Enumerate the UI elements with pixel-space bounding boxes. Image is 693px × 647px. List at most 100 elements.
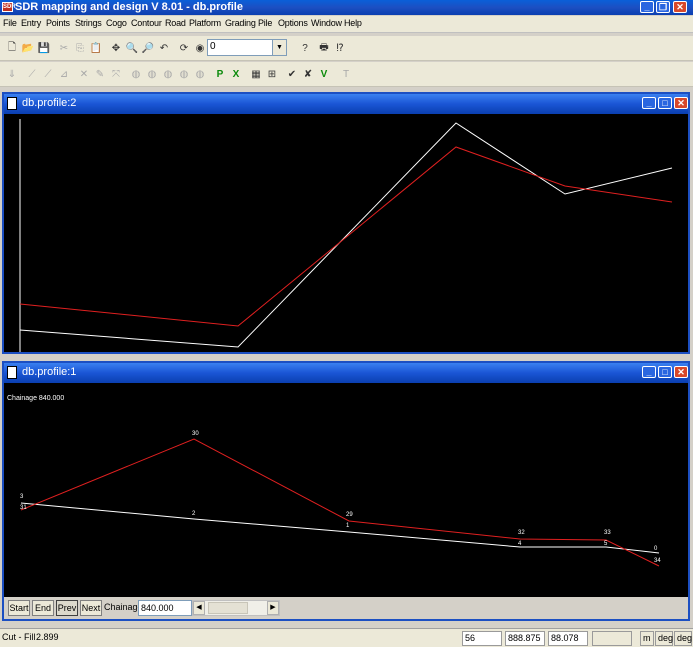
cross-section-icon[interactable]: X [228,66,244,82]
paste-icon[interactable]: 📋 [88,40,104,56]
cut-fill-label: Cut - Fill [2,632,36,642]
menu-bar: File Entry Points Strings Cogo Contour R… [0,16,693,33]
document-icon [7,366,17,379]
tool-d-icon[interactable]: ◍ [176,66,192,82]
maximize-icon[interactable]: □ [658,97,672,109]
profile-window-2-title-bar[interactable]: db.profile:2 _ □ ✕ [4,94,688,114]
profile-1-plot[interactable]: Chainage 840.000 3 30 29 32 33 34 31 2 1… [4,383,688,597]
unit-angle-2: deg [674,631,692,646]
text-icon[interactable]: T [338,66,354,82]
menu-cogo[interactable]: Cogo [106,18,127,28]
menu-strings[interactable]: Strings [75,18,102,28]
menu-entry[interactable]: Entry [21,18,41,28]
draw-area-icon[interactable]: ⊿ [56,66,72,82]
grid-plus-icon[interactable]: ⊞ [264,66,280,82]
profile-window-1[interactable]: db.profile:1 _ □ ✕ Chainage 840.000 3 30… [2,361,690,621]
check-x-icon[interactable]: ✘ [300,66,316,82]
end-button[interactable]: End [32,600,54,616]
save-icon[interactable]: 💾 [36,40,52,56]
point-label: 3 [20,494,24,500]
close-icon[interactable]: ✕ [673,1,687,13]
menu-options[interactable]: Options [278,18,308,28]
menu-file[interactable]: File [3,18,17,28]
status-field-2: 888.875 [505,631,545,646]
layers-icon[interactable]: ◉ [192,40,208,56]
profile-window-2-title: db.profile:2 [22,97,77,109]
profile-icon[interactable]: P [212,66,228,82]
cut-icon[interactable]: ✂ [56,40,72,56]
menu-pile[interactable]: Pile [258,18,272,28]
point-label: 30 [192,431,199,437]
minimize-icon[interactable]: _ [642,97,656,109]
menu-window[interactable]: Window [311,18,342,28]
delete-string-icon[interactable]: ✕ [76,66,92,82]
profile-canvas-1[interactable]: Chainage 840.000 3 30 29 32 33 34 31 2 1… [4,383,688,597]
menu-help[interactable]: Help [344,18,362,28]
edit-string-icon[interactable]: ✎ [92,66,108,82]
status-field-4 [592,631,632,646]
toolbar-main: 🗋 📂 💾 ✂ ⎘ 📋 ✥ 🔍 🔎 ↶ ⟳ ◉ 0 ▼ ? 🖶 ⁉ [0,36,693,61]
copy-icon[interactable]: ⎘ [72,40,88,56]
arrow-down-icon[interactable]: ⇓ [4,66,20,82]
new-file-icon[interactable]: 🗋 [4,40,20,56]
profile-window-2[interactable]: db.profile:2 _ □ ✕ [2,92,690,354]
profile-canvas-2[interactable] [4,114,688,352]
tool-c-icon[interactable]: ◍ [160,66,176,82]
chainage-nav-bar: Start End Prev Next Chainage 840.000 ◀ ▶ [4,597,688,619]
scroll-thumb[interactable] [208,602,248,614]
profile-window-1-title-bar[interactable]: db.profile:1 _ □ ✕ [4,363,688,383]
chainage-input[interactable]: 840.000 [138,600,192,616]
scroll-left-icon[interactable]: ◀ [193,601,205,615]
profile-2-plot[interactable] [4,114,688,352]
app-title-bar[interactable]: SDR SDR mapping and design V 8.01 - db.p… [0,0,693,15]
chevron-down-icon[interactable]: ▼ [272,40,286,55]
restore-icon[interactable]: ❐ [656,1,670,13]
layer-combo[interactable]: 0 ▼ [207,39,287,56]
menu-points[interactable]: Points [46,18,70,28]
grid-icon[interactable]: ▦ [248,66,264,82]
document-icon [7,97,17,110]
unit-angle-1: deg [655,631,673,646]
app-title: SDR mapping and design V 8.01 - db.profi… [15,1,243,13]
scroll-right-icon[interactable]: ▶ [267,601,279,615]
layer-combo-value: 0 [210,41,216,52]
zoom-previous-icon[interactable]: ↶ [156,40,172,56]
point-label: 31 [20,505,27,511]
app-icon[interactable]: SDR [2,2,16,12]
draw-polyline-icon[interactable]: ⟋ [40,66,56,82]
prev-button[interactable]: Prev [56,600,78,616]
point-label: 4 [518,541,522,547]
context-help-icon[interactable]: ⁉ [332,40,348,56]
check-edit-icon[interactable]: ✔ [284,66,300,82]
chainage-scrollbar[interactable]: ◀ ▶ [192,600,280,616]
zoom-in-icon[interactable]: 🔍 [124,40,140,56]
next-button[interactable]: Next [80,600,102,616]
minimize-icon[interactable]: _ [640,1,654,13]
chainage-readout: Chainage 840.000 [7,395,64,402]
menu-grading[interactable]: Grading [225,18,256,28]
menu-contour[interactable]: Contour [131,18,162,28]
print-icon[interactable]: 🖶 [316,40,332,56]
open-file-icon[interactable]: 📂 [20,40,36,56]
verify-icon[interactable]: V [316,66,332,82]
point-label: 5 [604,541,608,547]
profile-window-1-title: db.profile:1 [22,366,77,378]
menu-road[interactable]: Road [165,18,186,28]
pan-icon[interactable]: ✥ [108,40,124,56]
tool-b-icon[interactable]: ◍ [144,66,160,82]
zoom-out-icon[interactable]: 🔎 [140,40,156,56]
maximize-icon[interactable]: □ [658,366,672,378]
tool-e-icon[interactable]: ◍ [192,66,208,82]
menu-platform[interactable]: Platform [189,18,221,28]
close-icon[interactable]: ✕ [674,366,688,378]
help-query-icon[interactable]: ? [297,40,313,56]
redraw-icon[interactable]: ⟳ [176,40,192,56]
point-label: 32 [518,530,525,536]
close-icon[interactable]: ✕ [674,97,688,109]
draw-line-icon[interactable]: ⟋ [24,66,40,82]
status-bar: Cut - Fill 2.899 56 888.875 88.078 m deg… [0,628,693,647]
tool-a-icon[interactable]: ◍ [128,66,144,82]
join-string-icon[interactable]: ⤧ [108,66,124,82]
start-button[interactable]: Start [8,600,30,616]
minimize-icon[interactable]: _ [642,366,656,378]
